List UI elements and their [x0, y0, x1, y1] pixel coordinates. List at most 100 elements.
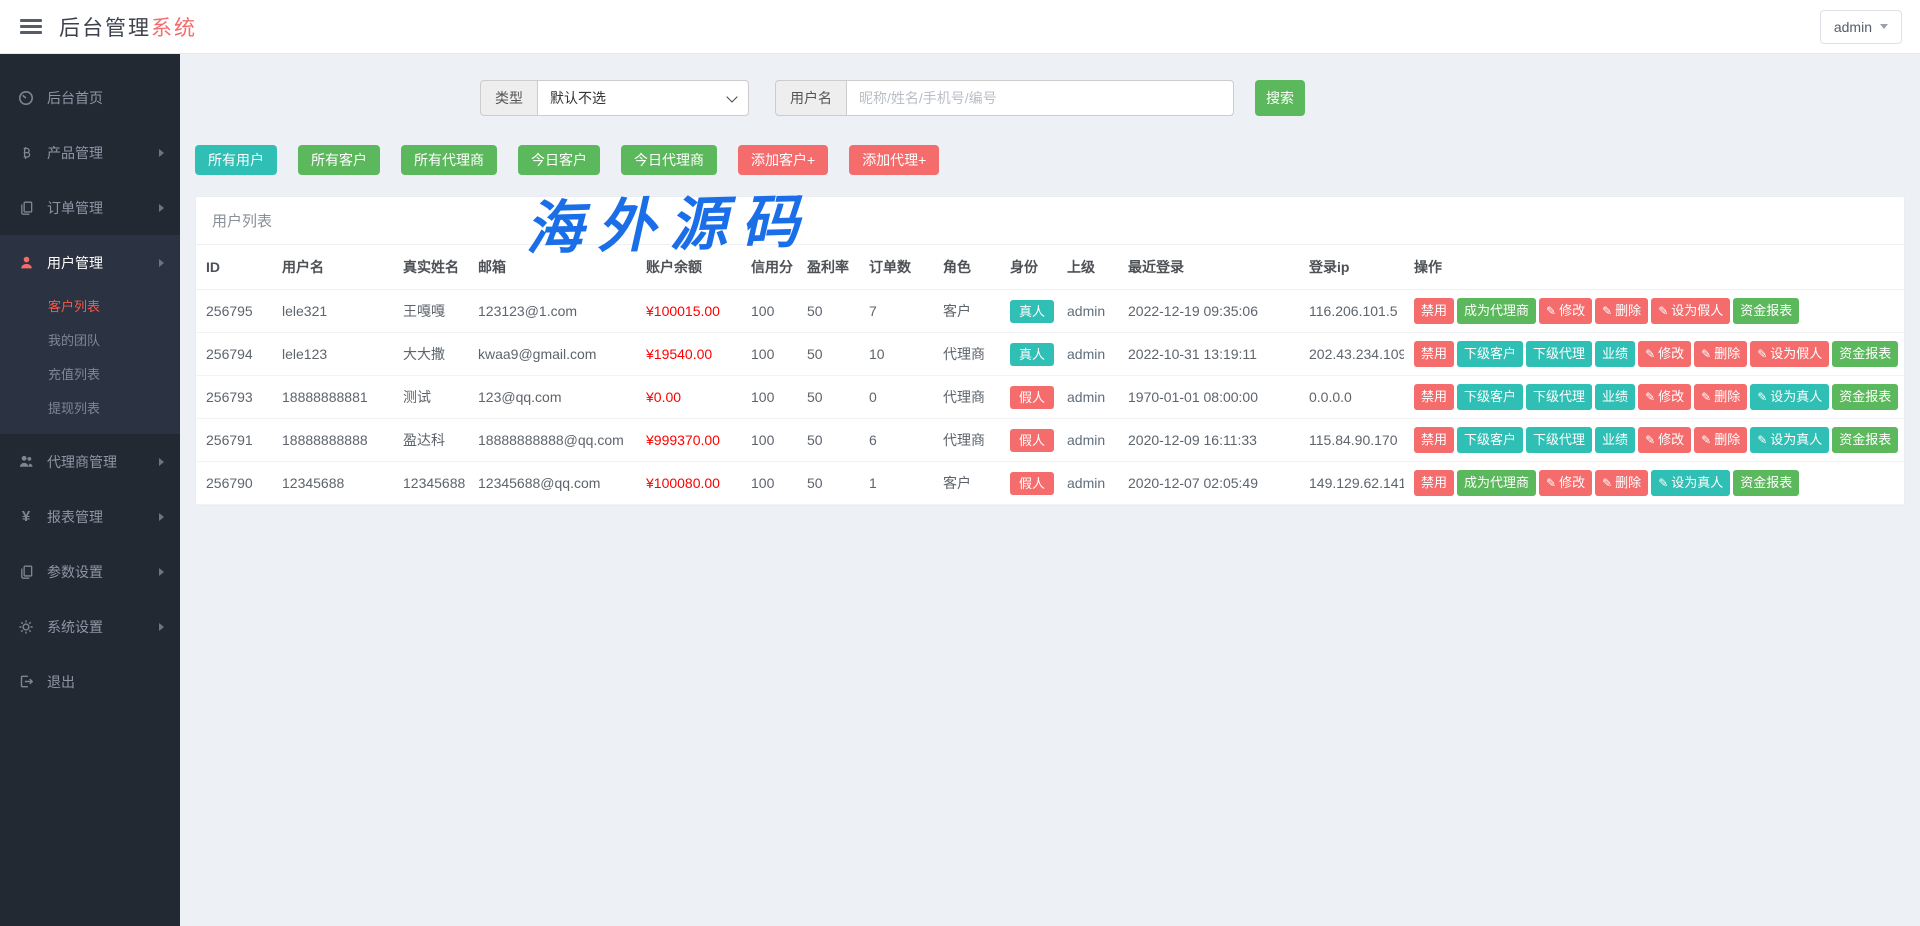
- action-button-delete[interactable]: ✎删除: [1694, 384, 1747, 410]
- action-button-sub-customers[interactable]: 下级客户: [1457, 384, 1523, 410]
- sidebar-item-report-manage[interactable]: ¥报表管理: [0, 489, 180, 544]
- action-button-become-agent[interactable]: 成为代理商: [1457, 470, 1536, 496]
- sidebar-item-label: 产品管理: [47, 143, 103, 163]
- sidebar-menu: 后台首页产品管理订单管理用户管理客户列表我的团队充值列表提现列表代理商管理¥报表…: [0, 70, 180, 709]
- user-menu-dropdown[interactable]: admin: [1820, 10, 1902, 44]
- sidebar-item-agent-manage[interactable]: 代理商管理: [0, 434, 180, 489]
- action-button-become-agent[interactable]: 成为代理商: [1457, 298, 1536, 324]
- sidebar-item-dashboard[interactable]: 后台首页: [0, 70, 180, 125]
- cell-role: 客户: [933, 290, 1000, 333]
- quick-button-today-agents[interactable]: 今日代理商: [621, 145, 717, 175]
- action-button-fund-report[interactable]: 资金报表: [1832, 384, 1898, 410]
- cell-last-login: 2020-12-09 16:11:33: [1118, 419, 1299, 462]
- search-button[interactable]: 搜索: [1255, 80, 1305, 116]
- action-button-edit[interactable]: ✎修改: [1638, 384, 1691, 410]
- pencil-icon: ✎: [1602, 476, 1612, 490]
- cell-balance: ¥999370.00: [636, 419, 741, 462]
- action-button-fund-report[interactable]: 资金报表: [1832, 427, 1898, 453]
- action-button-sub-customers[interactable]: 下级客户: [1457, 427, 1523, 453]
- logo-accent: 系统: [151, 17, 197, 40]
- hamburger-menu-icon[interactable]: [20, 19, 42, 34]
- action-button-edit[interactable]: ✎修改: [1539, 298, 1592, 324]
- table-row: 25679118888888888盈达科18888888888@qq.com¥9…: [196, 419, 1904, 462]
- action-button-sub-agents[interactable]: 下级代理: [1526, 384, 1592, 410]
- sidebar-item-label: 系统设置: [47, 617, 103, 637]
- pencil-icon: ✎: [1757, 433, 1767, 447]
- action-button-disable[interactable]: 禁用: [1414, 341, 1454, 367]
- quick-button-add-customer[interactable]: 添加客户+: [738, 145, 828, 175]
- column-header: 订单数: [859, 245, 933, 290]
- action-button-fund-report[interactable]: 资金报表: [1733, 470, 1799, 496]
- action-button-set-real[interactable]: ✎设为真人: [1651, 470, 1730, 496]
- sidebar-item-label: 订单管理: [47, 198, 103, 218]
- sidebar-item-system-settings[interactable]: 系统设置: [0, 599, 180, 654]
- action-button-edit[interactable]: ✎修改: [1539, 470, 1592, 496]
- action-button-delete[interactable]: ✎删除: [1694, 427, 1747, 453]
- sidebar-item-label: 参数设置: [47, 562, 103, 582]
- action-button-disable[interactable]: 禁用: [1414, 298, 1454, 324]
- chevron-right-icon: [159, 623, 164, 631]
- identity-badge: 假人: [1010, 429, 1054, 452]
- table-row: 256794lele123大大撒kwaa9@gmail.com¥19540.00…: [196, 333, 1904, 376]
- action-button-set-fake[interactable]: ✎设为假人: [1651, 298, 1730, 324]
- action-button-delete[interactable]: ✎删除: [1595, 298, 1648, 324]
- quick-button-add-agent[interactable]: 添加代理+: [849, 145, 939, 175]
- cell-username: lele321: [272, 290, 393, 333]
- action-button-set-real[interactable]: ✎设为真人: [1750, 427, 1829, 453]
- sidebar-item-product-manage[interactable]: 产品管理: [0, 125, 180, 180]
- sidebar-item-user-manage[interactable]: 用户管理: [0, 235, 180, 290]
- action-button-disable[interactable]: 禁用: [1414, 427, 1454, 453]
- action-button-performance[interactable]: 业绩: [1595, 341, 1635, 367]
- action-button-set-fake[interactable]: ✎设为假人: [1750, 341, 1829, 367]
- action-button-delete[interactable]: ✎删除: [1595, 470, 1648, 496]
- action-button-performance[interactable]: 业绩: [1595, 384, 1635, 410]
- cell-credit: 100: [741, 333, 797, 376]
- pencil-icon: ✎: [1645, 390, 1655, 404]
- cell-username: lele123: [272, 333, 393, 376]
- cell-parent: admin: [1057, 419, 1118, 462]
- sidebar-item-param-settings[interactable]: 参数设置: [0, 544, 180, 599]
- column-header: 用户名: [272, 245, 393, 290]
- action-label: 删除: [1714, 432, 1740, 447]
- action-button-sub-agents[interactable]: 下级代理: [1526, 427, 1592, 453]
- quick-button-today-customers[interactable]: 今日客户: [518, 145, 600, 175]
- action-button-edit[interactable]: ✎修改: [1638, 341, 1691, 367]
- cell-last-login: 2022-10-31 13:19:11: [1118, 333, 1299, 376]
- quick-button-all-users[interactable]: 所有用户: [195, 145, 277, 175]
- sidebar-item-logout[interactable]: 退出: [0, 654, 180, 709]
- action-button-sub-agents[interactable]: 下级代理: [1526, 341, 1592, 367]
- sidebar-item-order-manage[interactable]: 订单管理: [0, 180, 180, 235]
- action-button-performance[interactable]: 业绩: [1595, 427, 1635, 453]
- action-button-disable[interactable]: 禁用: [1414, 384, 1454, 410]
- sidebar-subitem-withdraw-list[interactable]: 提现列表: [0, 392, 180, 426]
- action-label: 设为假人: [1770, 346, 1822, 361]
- type-select[interactable]: 默认不选: [537, 80, 749, 116]
- cell-identity: 假人: [1000, 419, 1057, 462]
- action-button-edit[interactable]: ✎修改: [1638, 427, 1691, 453]
- sidebar-subitem-my-team[interactable]: 我的团队: [0, 324, 180, 358]
- quick-button-all-customers[interactable]: 所有客户: [298, 145, 380, 175]
- username-search-input[interactable]: [846, 80, 1234, 116]
- cell-parent: admin: [1057, 462, 1118, 505]
- action-label: 修改: [1559, 303, 1585, 318]
- chevron-right-icon: [159, 259, 164, 267]
- cell-role: 客户: [933, 462, 1000, 505]
- action-label: 业绩: [1602, 432, 1628, 447]
- action-label: 禁用: [1421, 389, 1447, 404]
- sidebar-subitem-customer-list[interactable]: 客户列表: [0, 290, 180, 324]
- action-label: 设为真人: [1770, 432, 1822, 447]
- action-button-delete[interactable]: ✎删除: [1694, 341, 1747, 367]
- action-button-fund-report[interactable]: 资金报表: [1733, 298, 1799, 324]
- action-button-fund-report[interactable]: 资金报表: [1832, 341, 1898, 367]
- sidebar-subitem-recharge-list[interactable]: 充值列表: [0, 358, 180, 392]
- chevron-right-icon: [159, 568, 164, 576]
- pencil-icon: ✎: [1645, 433, 1655, 447]
- cell-id: 256795: [196, 290, 272, 333]
- action-button-set-real[interactable]: ✎设为真人: [1750, 384, 1829, 410]
- quick-button-all-agents[interactable]: 所有代理商: [401, 145, 497, 175]
- action-button-disable[interactable]: 禁用: [1414, 470, 1454, 496]
- cell-login-ip: 149.129.62.141: [1299, 462, 1404, 505]
- cell-orders: 0: [859, 376, 933, 419]
- action-button-sub-customers[interactable]: 下级客户: [1457, 341, 1523, 367]
- caret-down-icon: [1880, 24, 1888, 29]
